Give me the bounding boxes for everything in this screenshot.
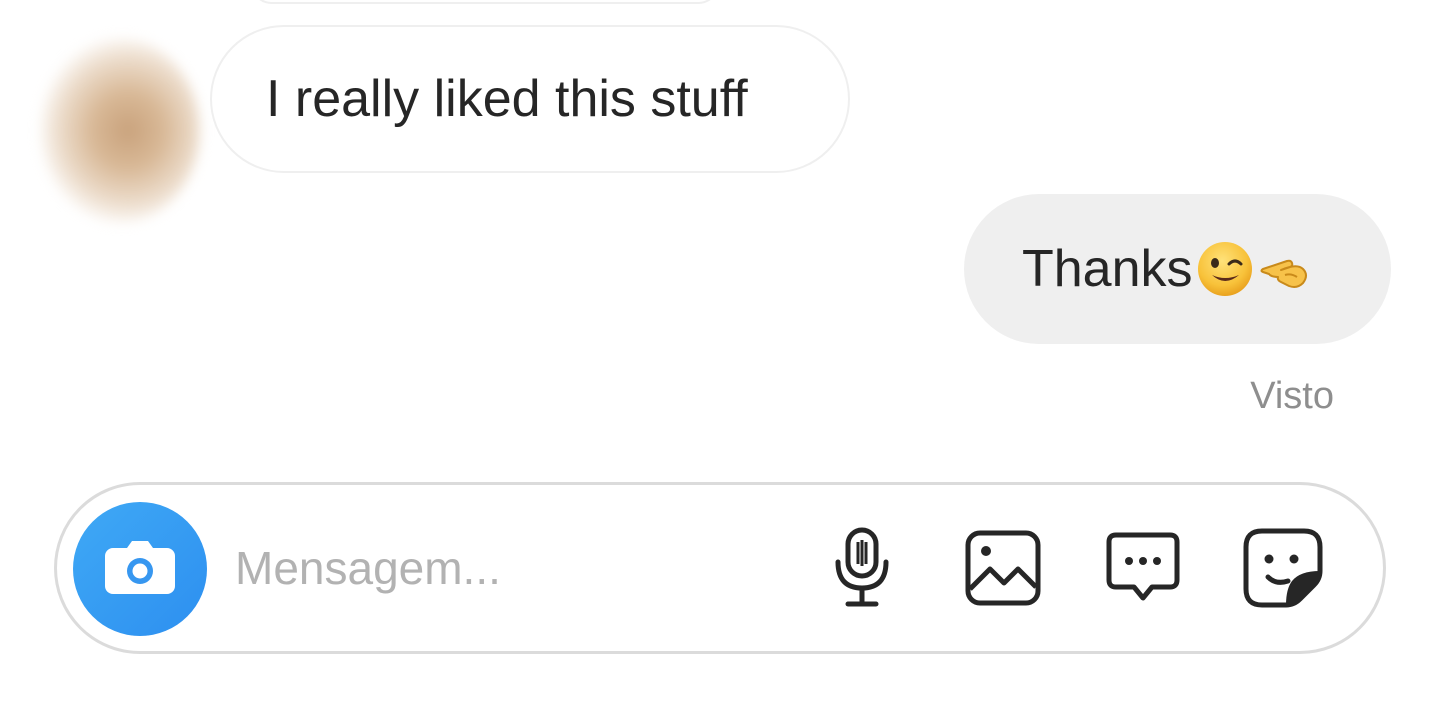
chat-options-button[interactable] xyxy=(1100,525,1186,611)
camera-icon xyxy=(101,536,179,603)
incoming-message-bubble[interactable]: I really liked this stuff xyxy=(210,25,850,173)
outgoing-message-text: Thanks xyxy=(1022,240,1193,298)
microphone-button[interactable] xyxy=(819,525,905,611)
incoming-message-text: I really liked this stuff xyxy=(266,70,748,128)
chat-bubble-icon xyxy=(1104,530,1182,606)
gallery-icon xyxy=(964,529,1042,607)
message-composer xyxy=(54,482,1386,654)
camera-button[interactable] xyxy=(73,502,207,636)
message-input[interactable] xyxy=(235,535,795,601)
seen-status: Visto xyxy=(1250,375,1334,417)
sticker-button[interactable] xyxy=(1240,525,1326,611)
gallery-button[interactable] xyxy=(960,525,1046,611)
microphone-icon xyxy=(830,526,894,610)
sticker-icon xyxy=(1242,527,1324,609)
pointing-left-hand-emoji-icon xyxy=(1257,239,1317,299)
avatar[interactable] xyxy=(40,38,200,223)
outgoing-message-bubble[interactable]: Thanks xyxy=(964,194,1391,344)
previous-message-bubble xyxy=(250,0,720,4)
winking-face-emoji-icon xyxy=(1195,239,1255,299)
